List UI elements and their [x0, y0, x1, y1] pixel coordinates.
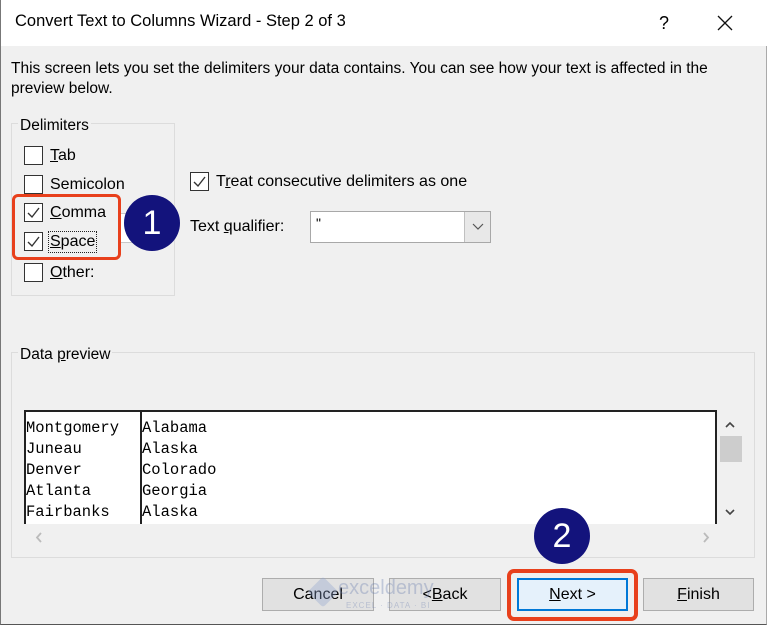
- preview-cell: Alaska: [142, 503, 198, 521]
- treat-consecutive-label: Treat consecutive delimiters as one: [216, 172, 468, 190]
- scroll-left-button[interactable]: [28, 527, 48, 547]
- back-button[interactable]: < Back: [389, 578, 501, 611]
- preview-cell: Denver: [26, 461, 82, 479]
- checkbox-box[interactable]: [24, 263, 43, 282]
- chevron-down-icon: [725, 508, 735, 515]
- text-qualifier-label: Text qualifier:: [190, 218, 285, 235]
- checkmark-icon: [193, 176, 206, 188]
- treat-consecutive-checkbox[interactable]: Treat consecutive delimiters as one: [190, 172, 467, 191]
- checkbox-box[interactable]: [190, 172, 209, 191]
- other-label: Other:: [50, 263, 95, 281]
- help-button[interactable]: ?: [649, 8, 679, 38]
- highlight-box-next: [507, 569, 638, 621]
- scroll-right-button[interactable]: [696, 527, 716, 547]
- preview-cell: Colorado: [142, 461, 217, 479]
- other-checkbox[interactable]: Other:: [24, 263, 94, 282]
- horizontal-scrollbar[interactable]: [24, 524, 717, 550]
- chevron-up-icon: [725, 421, 735, 428]
- semicolon-checkbox[interactable]: Semicolon: [24, 175, 125, 194]
- data-preview-label: Data preview: [18, 346, 113, 364]
- close-icon: [717, 15, 733, 31]
- preview-cell: Alabama: [142, 419, 208, 437]
- checkbox-box[interactable]: [24, 146, 43, 165]
- chevron-down-icon: [472, 223, 483, 230]
- tab-checkbox[interactable]: Tab: [24, 146, 76, 165]
- window-title: Convert Text to Columns Wizard - Step 2 …: [15, 12, 346, 30]
- delimiters-group-label: Delimiters: [18, 117, 91, 135]
- intro-text: This screen lets you set the delimiters …: [11, 60, 708, 97]
- step-badge-1: 1: [124, 195, 180, 251]
- tab-label: Tab: [50, 146, 76, 164]
- preview-cell: Alaska: [142, 440, 198, 458]
- highlight-box-comma-space: [12, 194, 121, 260]
- scroll-down-button[interactable]: [718, 502, 742, 522]
- preview-cell: Georgia: [142, 482, 208, 500]
- step-badge-2: 2: [534, 508, 590, 564]
- preview-column-1[interactable]: Montgomery Juneau Denver Atlanta Fairbanks: [26, 418, 119, 523]
- chevron-right-icon: [702, 531, 709, 543]
- finish-button[interactable]: Finish: [643, 578, 754, 611]
- help-icon: ?: [658, 13, 669, 33]
- cancel-button[interactable]: Cancel: [262, 578, 374, 611]
- preview-cell: Montgomery: [26, 419, 120, 437]
- preview-column-2[interactable]: Alabama Alaska Colorado Georgia Alaska: [142, 418, 216, 523]
- semicolon-label: Semicolon: [50, 175, 125, 193]
- vertical-scrollbar[interactable]: [718, 410, 742, 524]
- scroll-up-button[interactable]: [718, 414, 742, 434]
- data-preview-table[interactable]: Montgomery Juneau Denver Atlanta Fairbanks A…: [24, 410, 717, 524]
- text-qualifier-dropdown[interactable]: ": [310, 211, 491, 243]
- checkbox-box[interactable]: [24, 175, 43, 194]
- scroll-thumb[interactable]: [720, 436, 742, 462]
- dropdown-button[interactable]: [464, 212, 490, 242]
- preview-cell: Fairbanks: [26, 503, 110, 521]
- title-bar: Convert Text to Columns Wizard - Step 2 …: [0, 0, 767, 46]
- close-button[interactable]: [707, 8, 743, 38]
- chevron-left-icon: [35, 531, 42, 543]
- preview-cell: Juneau: [26, 440, 82, 458]
- preview-cell: Atlanta: [26, 482, 92, 500]
- text-qualifier-value: ": [316, 215, 321, 231]
